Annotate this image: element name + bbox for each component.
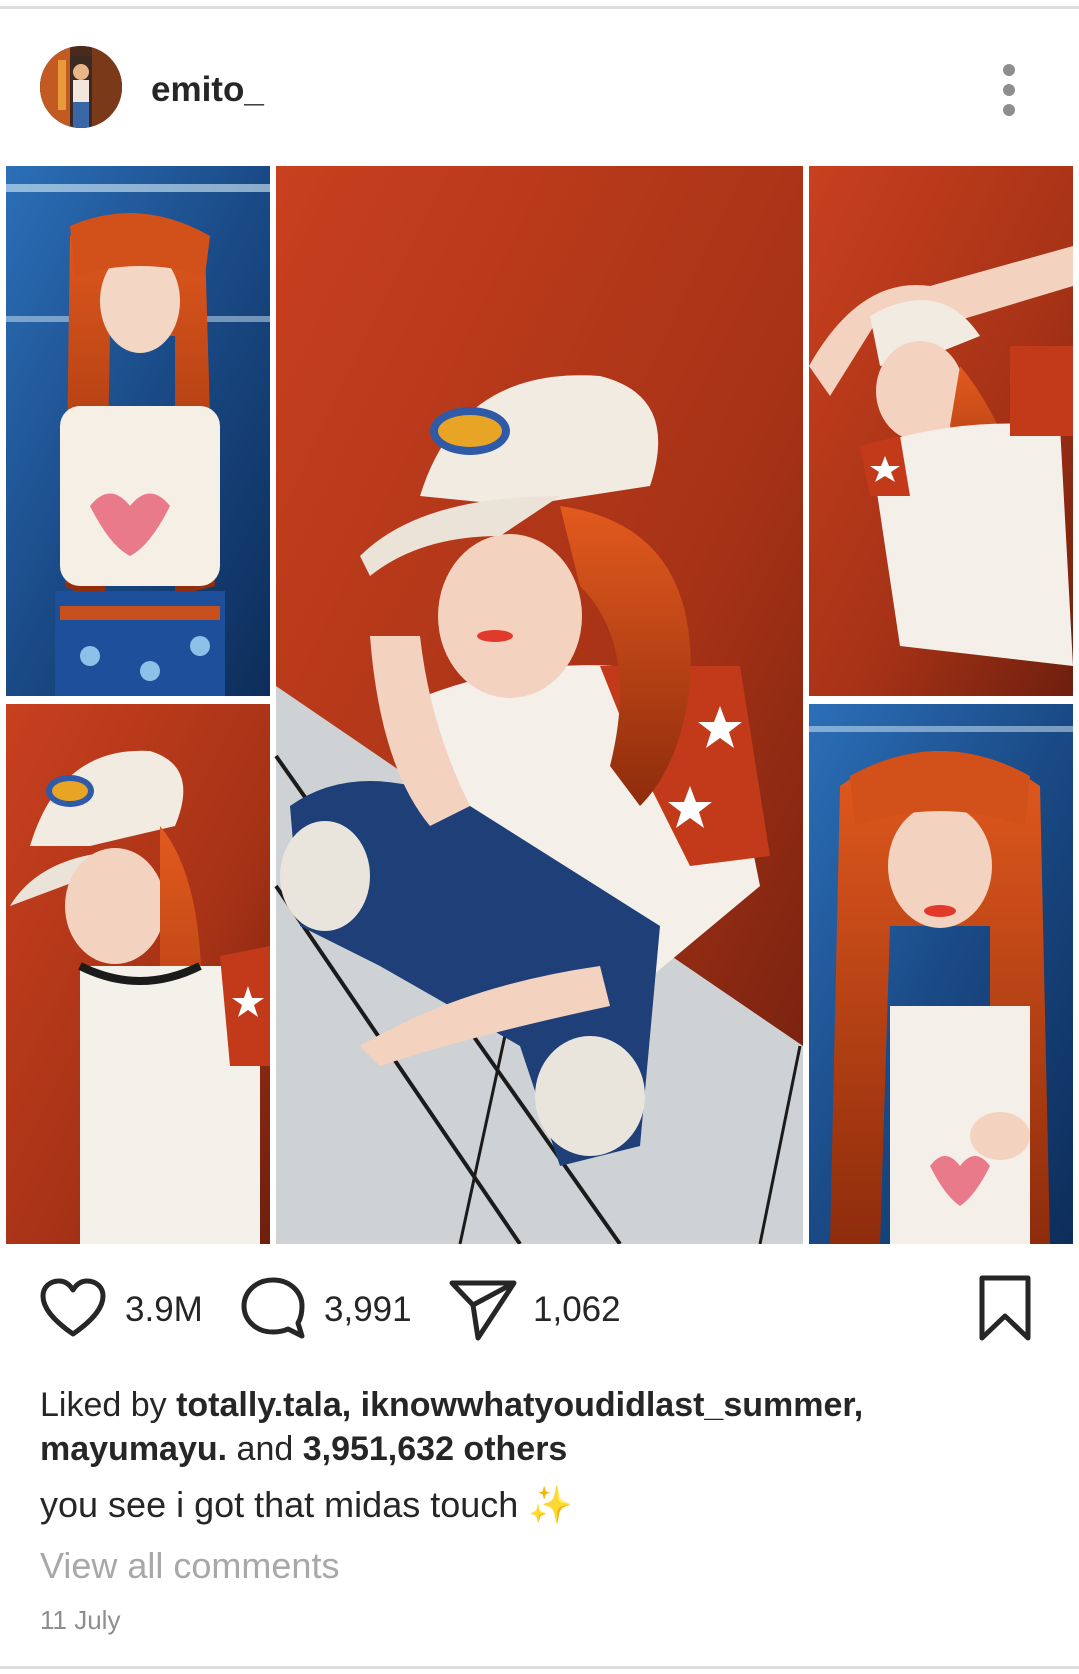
liked-by-prefix: Liked by [40,1386,177,1424]
shares-count[interactable]: 1,062 [533,1290,621,1330]
collage-photo-bottom-left [6,704,270,1244]
post-date: 11 July [40,1605,121,1635]
bottom-divider [0,1666,1079,1669]
username[interactable]: emito_ [151,70,264,110]
comments-count[interactable]: 3,991 [324,1290,412,1330]
bookmark-icon[interactable] [978,1274,1032,1342]
post-caption: you see i got that midas touch ✨ [40,1484,574,1525]
paper-plane-icon[interactable] [448,1278,518,1342]
post-image-collage[interactable] [0,166,1079,1244]
collage-photo-top-right [809,166,1073,696]
more-options-icon[interactable] [996,64,1024,120]
view-all-comments-link[interactable]: View all comments [40,1544,339,1588]
heart-icon[interactable] [40,1278,106,1340]
liked-by-and: and [227,1430,303,1468]
post-header: emito_ [0,40,1079,140]
collage-photo-center [274,166,803,1244]
comment-bubble-icon[interactable] [240,1276,306,1340]
avatar-photo [40,46,122,128]
avatar[interactable] [40,46,122,128]
collage-photo-top-left [6,166,270,696]
liked-by-text: Liked by totally.tala, iknowwhatyoudidla… [40,1383,1040,1471]
post-actions: 3.9M 3,991 1,062 [0,1270,1079,1350]
liked-by-others[interactable]: 3,951,632 others [303,1430,568,1468]
collage-photo-bottom-right [809,704,1073,1244]
top-divider [0,6,1079,9]
likes-count[interactable]: 3.9M [125,1290,203,1330]
